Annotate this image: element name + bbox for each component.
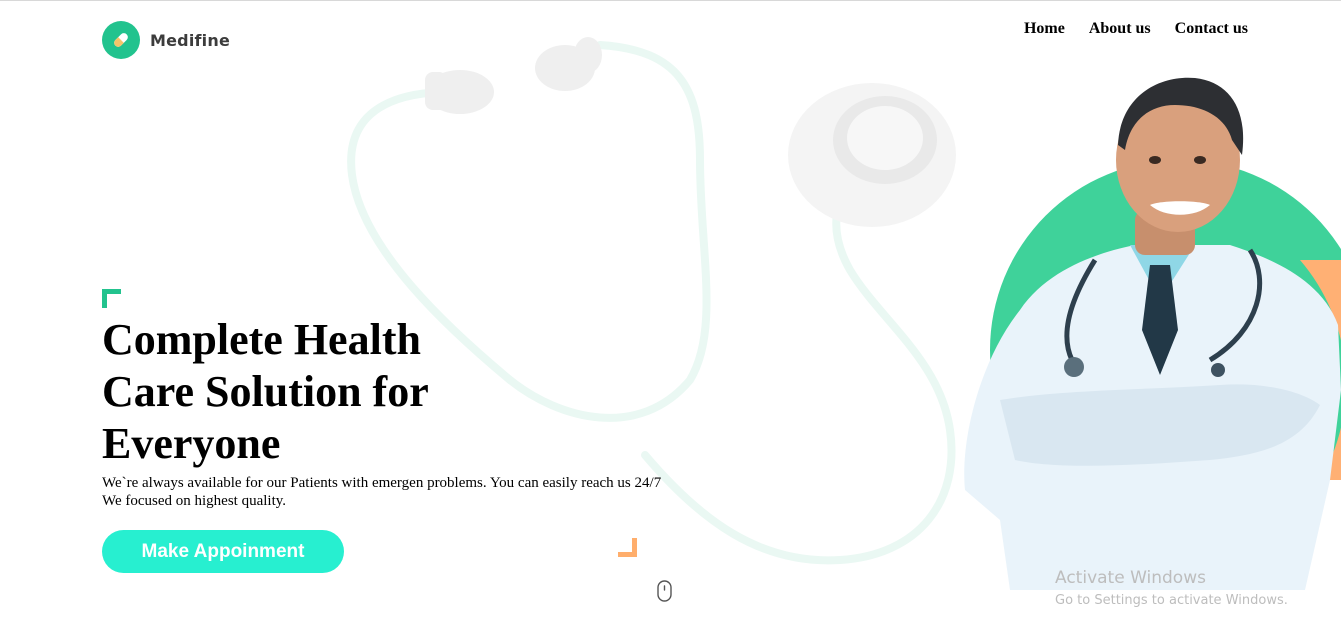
make-appointment-button[interactable]: Make Appoinment [102, 530, 344, 573]
brand-name: Medifine [150, 30, 230, 50]
watermark-subtitle: Go to Settings to activate Windows. [1055, 593, 1288, 608]
main-nav: Home About us Contact us [1024, 20, 1248, 38]
hero-description: We`re always available for our Patients … [102, 475, 662, 509]
watermark-title: Activate Windows [1055, 568, 1206, 588]
brand-logo[interactable]: Medifine [102, 21, 230, 59]
nav-about-link[interactable]: About us [1089, 20, 1151, 38]
nav-contact-link[interactable]: Contact us [1175, 20, 1248, 38]
windows-activation-watermark: Activate Windows Go to Settings to activ… [1055, 568, 1288, 610]
doctor-photo [964, 77, 1341, 590]
corner-accent-orange [618, 538, 637, 557]
mouse-scroll-icon[interactable] [657, 580, 672, 602]
nav-home-link[interactable]: Home [1024, 20, 1065, 38]
corner-accent-green [102, 289, 121, 308]
pill-icon [102, 21, 140, 59]
hero-title: Complete Health Care Solution for Everyo… [102, 315, 428, 468]
